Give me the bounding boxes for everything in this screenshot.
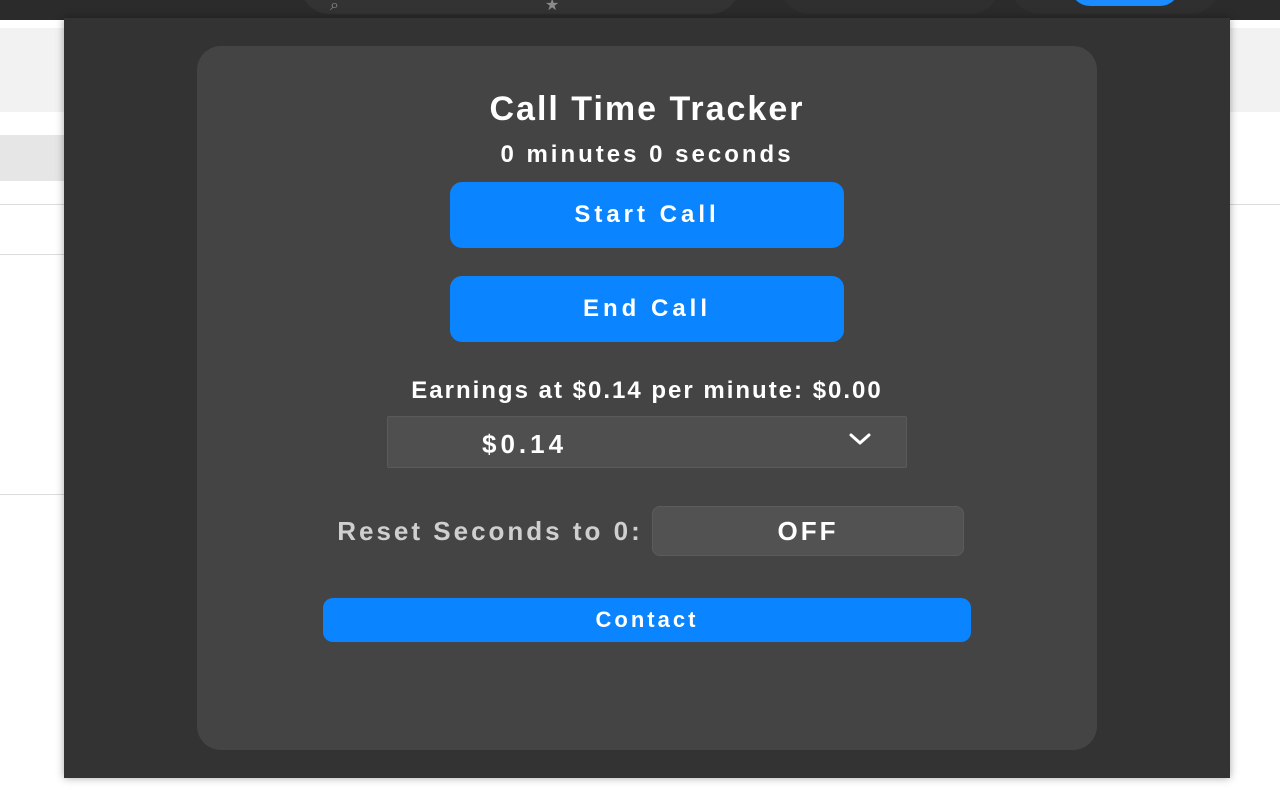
earnings-text: Earnings at $0.14 per minute: $0.00 bbox=[411, 377, 883, 404]
contact-label: Contact bbox=[595, 607, 699, 632]
end-call-button[interactable]: End Call bbox=[450, 276, 844, 342]
page-title: Call Time Tracker bbox=[489, 90, 805, 128]
profile-button[interactable] bbox=[1070, 0, 1180, 6]
reset-seconds-toggle[interactable]: OFF bbox=[652, 506, 964, 556]
end-call-label: End Call bbox=[582, 295, 711, 322]
reset-seconds-label: Reset Seconds to 0: bbox=[337, 516, 643, 546]
start-call-label: Start Call bbox=[574, 201, 720, 228]
rate-select[interactable]: $0.14 bbox=[387, 416, 907, 468]
divider bbox=[0, 254, 70, 255]
divider bbox=[0, 494, 70, 495]
search-icon[interactable]: ⌕ bbox=[330, 0, 339, 14]
toolbar-button[interactable] bbox=[780, 0, 1000, 14]
star-icon[interactable]: ★ bbox=[545, 0, 559, 14]
extension-popup: Call Time Tracker 0 minutes 0 seconds St… bbox=[64, 18, 1230, 778]
start-call-button[interactable]: Start Call bbox=[450, 182, 844, 248]
call-timer: 0 minutes 0 seconds bbox=[500, 141, 794, 168]
contact-button[interactable]: Contact bbox=[323, 598, 971, 642]
browser-toolbar: ⌕ ★ bbox=[0, 0, 1280, 20]
call-tracker-card: Call Time Tracker 0 minutes 0 seconds St… bbox=[197, 46, 1097, 750]
address-bar[interactable] bbox=[300, 0, 740, 14]
divider bbox=[0, 204, 70, 205]
background-page-header bbox=[0, 28, 70, 112]
background-page-input bbox=[0, 135, 70, 181]
rate-select-value: $0.14 bbox=[482, 429, 568, 459]
chevron-down-icon bbox=[849, 433, 871, 445]
divider bbox=[1228, 204, 1280, 205]
reset-seconds-row: Reset Seconds to 0: OFF bbox=[320, 506, 980, 556]
background-page-header bbox=[1228, 28, 1280, 112]
